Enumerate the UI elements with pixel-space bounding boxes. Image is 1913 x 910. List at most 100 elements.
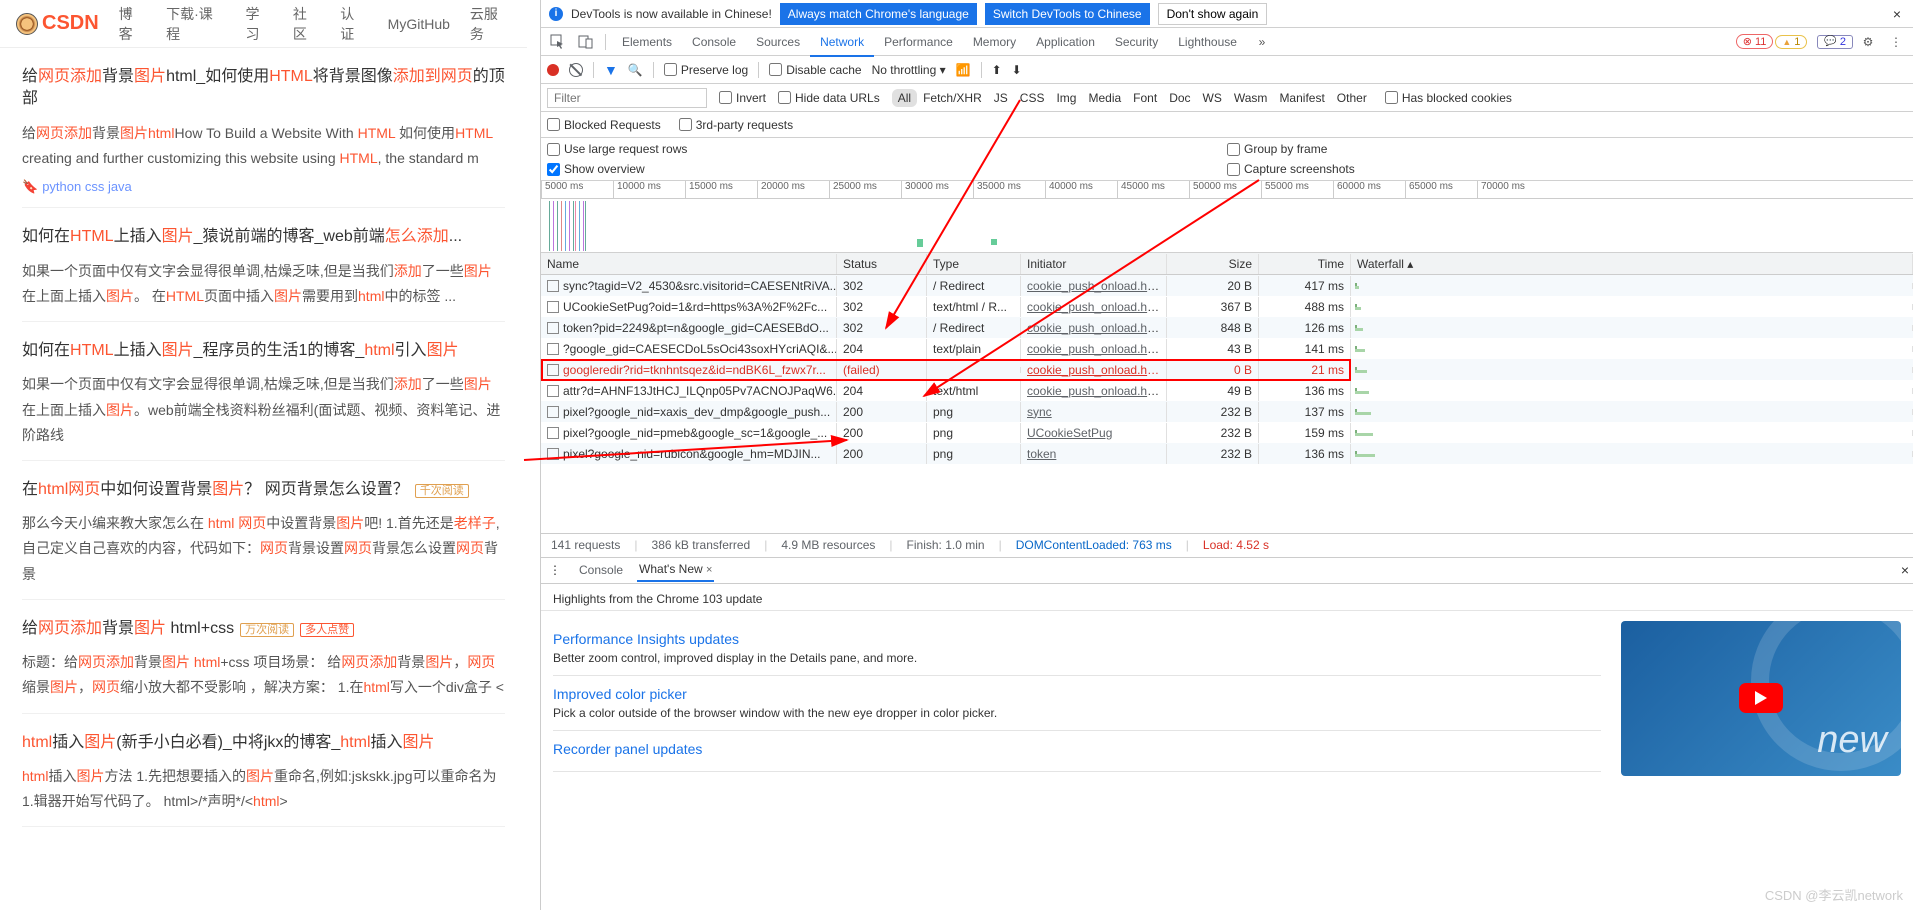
filter-type-font[interactable]: Font <box>1127 89 1163 107</box>
tab-performance[interactable]: Performance <box>874 29 963 55</box>
table-row[interactable]: sync?tagid=V2_4530&src.visitorid=CAESENt… <box>541 275 1913 296</box>
inspect-element-icon[interactable] <box>545 30 571 54</box>
group-by-frame-checkbox[interactable]: Group by frame <box>1227 142 1907 156</box>
initiator-link[interactable]: sync <box>1027 405 1052 419</box>
filter-type-manifest[interactable]: Manifest <box>1273 89 1330 107</box>
disable-cache-checkbox[interactable]: Disable cache <box>769 63 861 77</box>
error-count-badge[interactable]: 11 <box>1736 34 1774 49</box>
filter-type-doc[interactable]: Doc <box>1163 89 1196 107</box>
col-status[interactable]: Status <box>837 254 927 274</box>
blocked-requests-checkbox[interactable]: Blocked Requests <box>547 118 661 132</box>
filter-type-css[interactable]: CSS <box>1014 89 1051 107</box>
table-row[interactable]: UCookieSetPug?oid=1&rd=https%3A%2F%2Fc..… <box>541 296 1913 317</box>
filter-input[interactable] <box>547 88 707 108</box>
csdn-logo[interactable]: CSDN <box>16 12 99 35</box>
large-rows-checkbox[interactable]: Use large request rows <box>547 142 1227 156</box>
drawer-tab-whatsnew[interactable]: What's New × <box>637 558 714 582</box>
network-overview-timeline[interactable]: 5000 ms10000 ms15000 ms20000 ms25000 ms3… <box>541 181 1913 253</box>
nav-learn[interactable]: 学习 <box>245 4 272 44</box>
record-button[interactable] <box>547 64 559 76</box>
tab-network[interactable]: Network <box>810 29 874 57</box>
col-time[interactable]: Time <box>1259 254 1351 274</box>
update-item[interactable]: Performance Insights updatesBetter zoom … <box>553 621 1601 676</box>
clear-button[interactable] <box>569 63 583 77</box>
initiator-link[interactable]: cookie_push_onload.ht... <box>1027 363 1160 377</box>
nav-github[interactable]: MyGitHub <box>388 16 450 32</box>
col-size[interactable]: Size <box>1167 254 1259 274</box>
nav-community[interactable]: 社区 <box>293 4 320 44</box>
network-conditions-icon[interactable]: 📶 <box>956 63 971 77</box>
initiator-link[interactable]: cookie_push_onload.ht... <box>1027 300 1160 314</box>
drawer-tab-console[interactable]: Console <box>577 559 625 581</box>
throttling-select[interactable]: No throttling ▾ <box>872 63 946 77</box>
search-icon[interactable]: 🔍 <box>628 63 643 77</box>
always-match-language-button[interactable]: Always match Chrome's language <box>780 3 977 25</box>
table-row[interactable]: pixel?google_nid=rubicon&google_hm=MDJIN… <box>541 443 1913 464</box>
show-overview-checkbox[interactable]: Show overview <box>547 162 1227 176</box>
initiator-link[interactable]: cookie_push_onload.ht... <box>1027 384 1160 398</box>
table-row[interactable]: attr?d=AHNF13JtHCJ_ILQnp05Pv7ACNOJPaqW6.… <box>541 380 1913 401</box>
third-party-checkbox[interactable]: 3rd-party requests <box>679 118 793 132</box>
initiator-link[interactable]: cookie_push_onload.ht... <box>1027 279 1160 293</box>
article-item[interactable]: 给网页添加背景图片html_如何使用HTML将背景图像添加到网页的顶部给网页添加… <box>22 48 505 208</box>
table-row[interactable]: token?pid=2249&pt=n&google_gid=CAESEBdO.… <box>541 317 1913 338</box>
article-item[interactable]: html插入图片(新手小白必看)_中将jkx的博客_html插入图片html插入… <box>22 714 505 828</box>
article-title[interactable]: 在html网页中如何设置背景图片？ 网页背景怎么设置？千次阅读 <box>22 479 505 501</box>
device-toolbar-icon[interactable] <box>573 30 599 54</box>
col-type[interactable]: Type <box>927 254 1021 274</box>
invert-checkbox[interactable]: Invert <box>719 91 766 105</box>
blocked-cookies-checkbox[interactable]: Has blocked cookies <box>1385 91 1512 105</box>
initiator-link[interactable]: cookie_push_onload.ht... <box>1027 321 1160 335</box>
update-item[interactable]: Improved color pickerPick a color outsid… <box>553 676 1601 731</box>
article-item[interactable]: 如何在HTML上插入图片_程序员的生活1的博客_html引入图片如果一个页面中仅… <box>22 322 505 461</box>
preserve-log-checkbox[interactable]: Preserve log <box>664 63 748 77</box>
drawer-close-icon[interactable]: × <box>1901 562 1909 578</box>
article-item[interactable]: 在html网页中如何设置背景图片？ 网页背景怎么设置？千次阅读那么今天小编来教大… <box>22 461 505 600</box>
nav-blog[interactable]: 博客 <box>119 4 146 44</box>
table-row[interactable]: pixel?google_nid=pmeb&google_sc=1&google… <box>541 422 1913 443</box>
tab-close-icon[interactable]: × <box>706 564 712 576</box>
settings-gear-icon[interactable]: ⚙ <box>1855 30 1881 54</box>
col-waterfall[interactable]: Waterfall ▴ <box>1351 254 1913 274</box>
filter-type-js[interactable]: JS <box>988 89 1014 107</box>
banner-close-icon[interactable]: × <box>1889 6 1905 22</box>
hide-data-urls-checkbox[interactable]: Hide data URLs <box>778 91 880 105</box>
whatsnew-video-thumbnail[interactable]: new <box>1621 621 1901 776</box>
article-title[interactable]: html插入图片(新手小白必看)_中将jkx的博客_html插入图片 <box>22 732 505 754</box>
tab-elements[interactable]: Elements <box>612 29 682 55</box>
initiator-link[interactable]: cookie_push_onload.ht... <box>1027 342 1160 356</box>
switch-to-chinese-button[interactable]: Switch DevTools to Chinese <box>985 3 1150 25</box>
filter-type-other[interactable]: Other <box>1331 89 1373 107</box>
article-title[interactable]: 如何在HTML上插入图片_程序员的生活1的博客_html引入图片 <box>22 340 505 362</box>
tab-console[interactable]: Console <box>682 29 746 55</box>
filter-type-wasm[interactable]: Wasm <box>1228 89 1274 107</box>
filter-type-ws[interactable]: WS <box>1197 89 1228 107</box>
tab-lighthouse[interactable]: Lighthouse <box>1168 29 1247 55</box>
article-item[interactable]: 给网页添加背景图片 html+css万次阅读多人点赞标题：给网页添加背景图片 h… <box>22 600 505 714</box>
dont-show-again-button[interactable]: Don't show again <box>1158 3 1268 25</box>
tab-sources[interactable]: Sources <box>746 29 810 55</box>
nav-cloud[interactable]: 云服务 <box>470 4 511 44</box>
nav-download[interactable]: 下载·课程 <box>166 4 225 44</box>
update-item[interactable]: Recorder panel updates <box>553 731 1601 772</box>
kebab-menu-icon[interactable]: ⋮ <box>1883 30 1909 54</box>
issues-badge[interactable]: 2 <box>1817 35 1853 49</box>
filter-type-all[interactable]: All <box>892 89 917 107</box>
filter-type-media[interactable]: Media <box>1082 89 1127 107</box>
filter-type-fetch-xhr[interactable]: Fetch/XHR <box>917 89 988 107</box>
article-title[interactable]: 给网页添加背景图片html_如何使用HTML将背景图像添加到网页的顶部 <box>22 66 505 111</box>
table-row[interactable]: googleredir?rid=tknhntsqez&id=ndBK6L_fzw… <box>541 359 1913 380</box>
col-name[interactable]: Name <box>541 254 837 274</box>
capture-screenshots-checkbox[interactable]: Capture screenshots <box>1227 162 1907 176</box>
table-row[interactable]: ?google_gid=CAESECDoL5sOci43soxHYcriAQI&… <box>541 338 1913 359</box>
tab-security[interactable]: Security <box>1105 29 1168 55</box>
initiator-link[interactable]: token <box>1027 447 1056 461</box>
drawer-menu-icon[interactable]: ⋮ <box>545 563 565 577</box>
article-title[interactable]: 如何在HTML上插入图片_猿说前端的博客_web前端怎么添加... <box>22 226 505 248</box>
initiator-link[interactable]: UCookieSetPug <box>1027 426 1112 440</box>
col-initiator[interactable]: Initiator <box>1021 254 1167 274</box>
article-title[interactable]: 给网页添加背景图片 html+css万次阅读多人点赞 <box>22 618 505 640</box>
more-tabs-icon[interactable]: » <box>1249 30 1275 54</box>
filter-type-img[interactable]: Img <box>1050 89 1082 107</box>
warning-count-badge[interactable]: 1 <box>1775 35 1807 49</box>
